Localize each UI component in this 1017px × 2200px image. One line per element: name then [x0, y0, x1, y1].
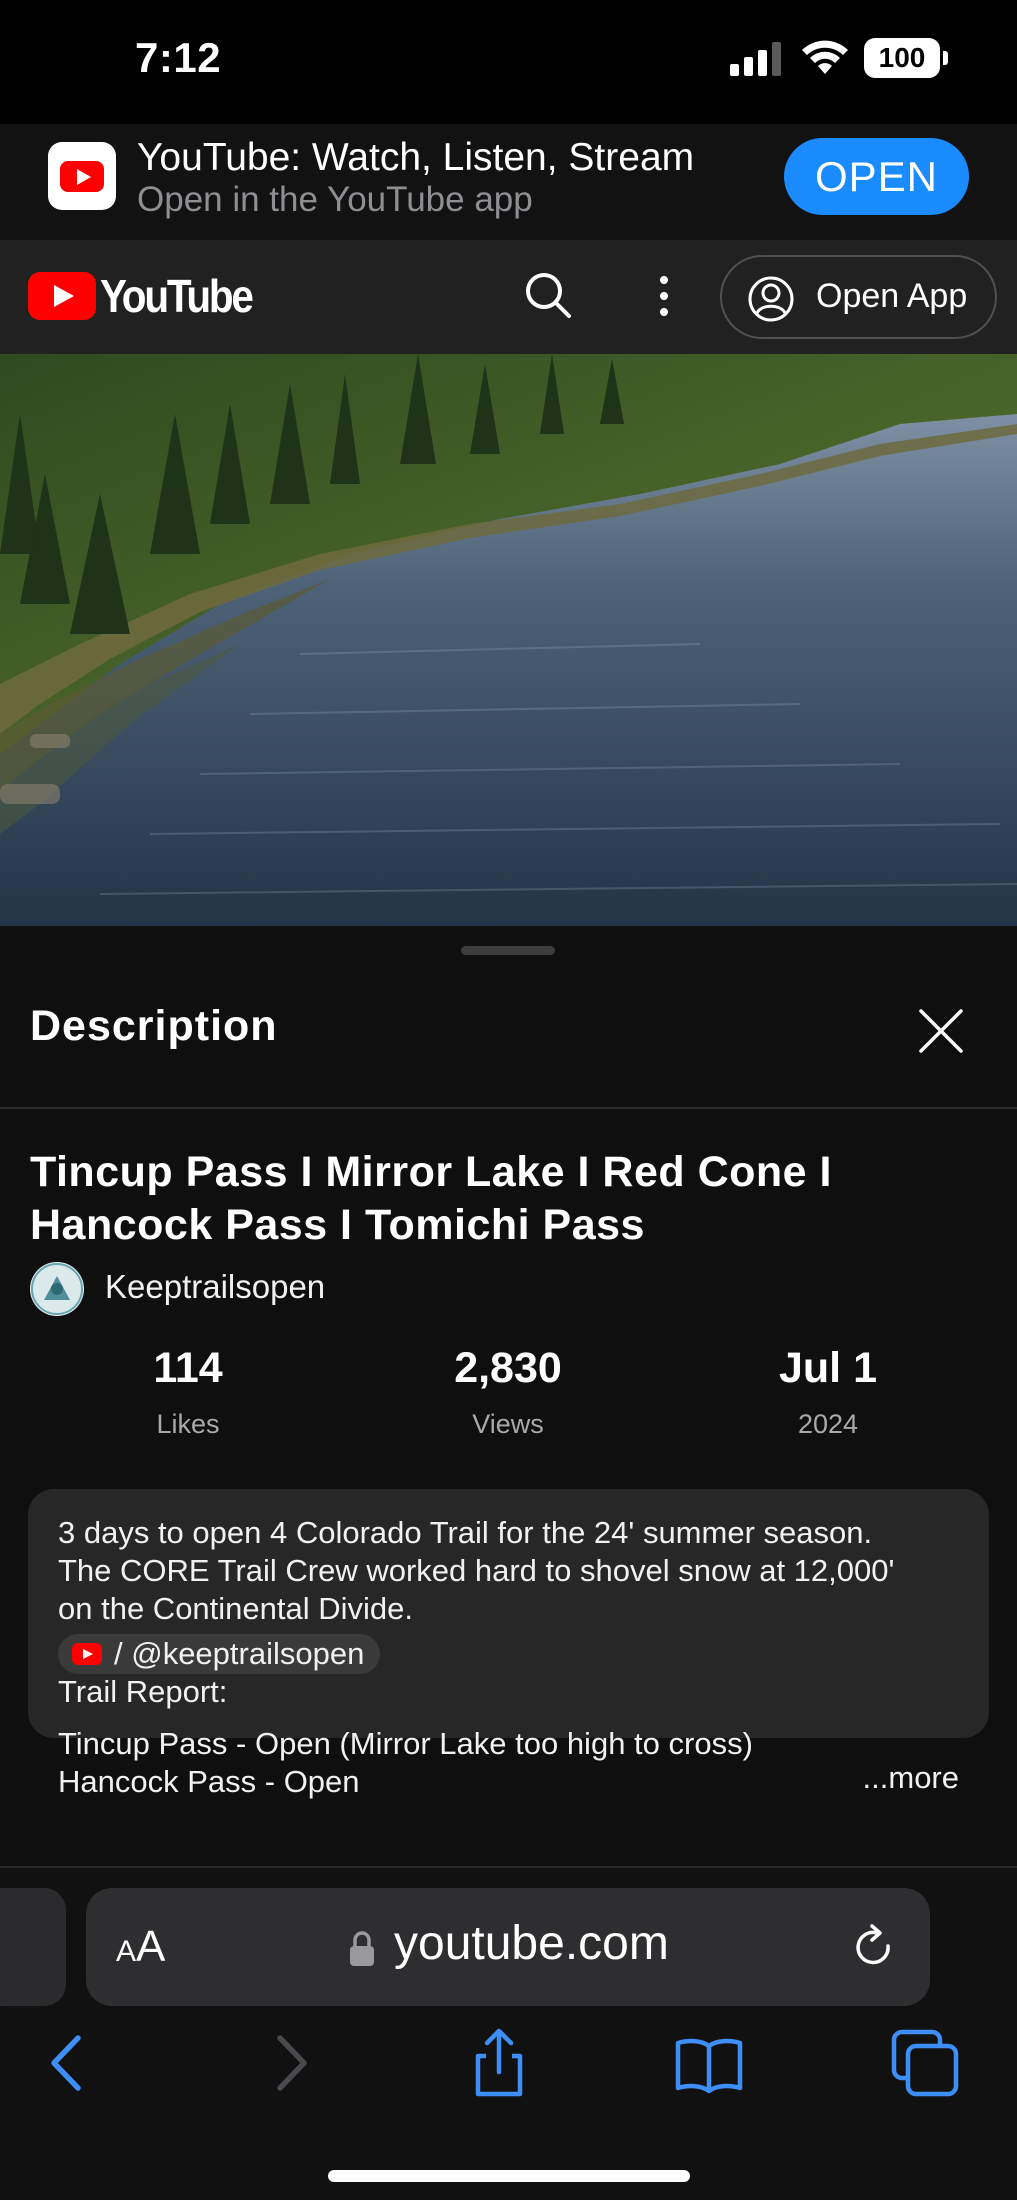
channel-name[interactable]: Keeptrailsopen [105, 1268, 325, 1306]
video-frame-lake [0, 354, 1017, 926]
search-icon[interactable] [523, 270, 573, 320]
wifi-icon [802, 40, 848, 74]
description-line: The CORE Trail Crew worked hard to shove… [58, 1553, 895, 1588]
panel-title: Description [30, 1002, 278, 1050]
status-time: 7:12 [135, 34, 222, 81]
tabs-icon[interactable] [890, 2028, 960, 2098]
status-bar: 7:12 100 [0, 0, 1017, 124]
reader-options-button[interactable]: AA [116, 1922, 165, 1972]
show-more-link[interactable]: ...more [863, 1760, 959, 1796]
more-options-icon[interactable] [652, 272, 676, 320]
address-bar[interactable]: AA youtube.com [86, 1888, 930, 2006]
open-app-label: Open App [816, 277, 968, 315]
banner-title: YouTube: Watch, Listen, Stream [137, 136, 695, 179]
views-stat: 2,830 Views [408, 1344, 608, 1440]
likes-label: Likes [156, 1409, 220, 1439]
previous-tab-peek[interactable] [0, 1888, 66, 2006]
banner-subtitle: Open in the YouTube app [137, 180, 533, 219]
account-icon [748, 276, 794, 322]
description-line: 3 days to open 4 Colorado Trail for the … [58, 1515, 873, 1550]
cellular-signal-icon [730, 42, 781, 76]
aa-big: A [136, 1922, 166, 1971]
reload-icon[interactable] [850, 1924, 898, 1972]
divider [0, 1107, 1017, 1109]
views-label: Views [472, 1409, 544, 1439]
video-player[interactable] [0, 354, 1017, 926]
aa-small: A [116, 1935, 137, 1968]
channel-handle-link[interactable]: / @keeptrailsopen [58, 1634, 381, 1674]
share-icon[interactable] [464, 2028, 534, 2098]
youtube-logo[interactable]: YouTube [28, 270, 272, 322]
description-line: Trail Report: [58, 1674, 228, 1709]
youtube-app-icon [48, 142, 116, 210]
safari-toolbar: AA youtube.com [0, 1868, 1017, 2200]
channel-avatar[interactable] [30, 1262, 84, 1316]
views-count: 2,830 [454, 1344, 562, 1392]
open-in-app-button[interactable]: OPEN [784, 138, 969, 215]
home-indicator[interactable] [328, 2170, 690, 2182]
drag-handle[interactable] [461, 946, 555, 955]
youtube-logo-text: YouTube [100, 270, 254, 322]
description-line: on the Continental Divide. [58, 1591, 414, 1626]
bookmarks-icon[interactable] [674, 2028, 744, 2098]
channel-handle-text: / @keeptrailsopen [114, 1636, 365, 1671]
upload-date-stat: Jul 1 2024 [728, 1344, 928, 1440]
description-line: Tincup Pass - Open (Mirror Lake too high… [58, 1726, 753, 1761]
lock-icon [350, 1931, 374, 1966]
close-icon[interactable] [918, 1008, 964, 1054]
video-title: Tincup Pass I Mirror Lake I Red Cone I H… [30, 1148, 832, 1249]
youtube-mini-icon [72, 1643, 102, 1665]
open-app-button[interactable]: Open App [720, 255, 997, 339]
youtube-header: YouTube Open App [0, 240, 1017, 354]
upload-date: Jul 1 [779, 1344, 877, 1392]
description-panel: Description Tincup Pass I Mirror Lake I … [0, 926, 1017, 1868]
forward-icon[interactable] [254, 2028, 324, 2098]
likes-count: 114 [153, 1344, 223, 1392]
description-line: Hancock Pass - Open [58, 1764, 360, 1799]
description-box[interactable]: 3 days to open 4 Colorado Trail for the … [28, 1489, 989, 1738]
upload-year: 2024 [797, 1409, 859, 1439]
youtube-logo-icon [28, 272, 96, 320]
smart-app-banner[interactable]: YouTube: Watch, Listen, Stream Open in t… [0, 124, 1017, 240]
likes-stat: 114 Likes [88, 1344, 288, 1440]
url-text: youtube.com [394, 1917, 669, 1970]
battery-indicator: 100 [864, 38, 948, 78]
back-icon[interactable] [34, 2028, 104, 2098]
